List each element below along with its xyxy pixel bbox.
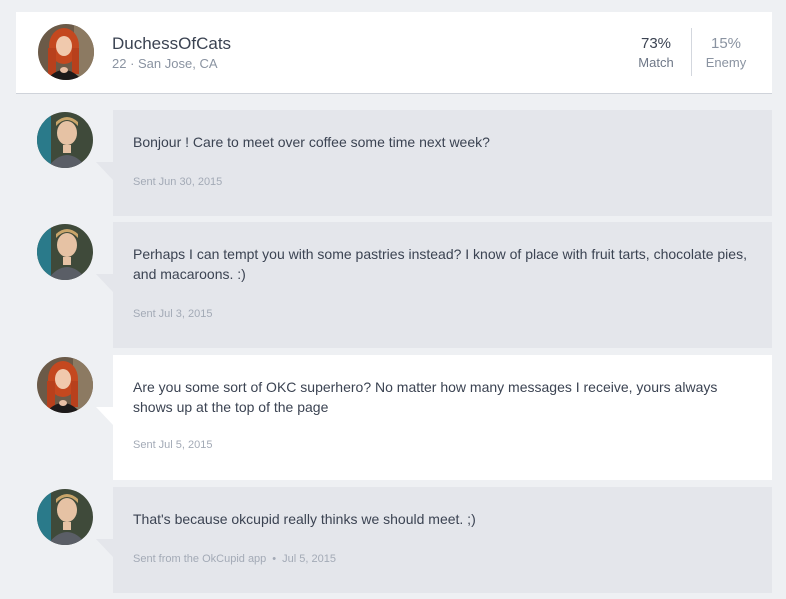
- message-bubble: Perhaps I can tempt you with some pastri…: [113, 222, 772, 348]
- message-text: That's because okcupid really thinks we …: [133, 511, 476, 527]
- message-timestamp: Sent Jul 3, 2015: [133, 308, 213, 320]
- message-row: That's because okcupid really thinks we …: [0, 487, 786, 593]
- match-percent: 73%: [640, 35, 672, 52]
- stat-divider: [691, 28, 692, 76]
- sender-avatar[interactable]: [37, 112, 93, 168]
- message-timestamp: Sent from the OkCupid app • Jul 5, 2015: [133, 553, 336, 565]
- man-avatar-icon: [37, 224, 93, 280]
- message-text: Are you some sort of OKC superhero? No m…: [133, 379, 718, 415]
- bubble-tail: [96, 539, 113, 557]
- sender-avatar[interactable]: [37, 357, 93, 413]
- profile-name[interactable]: DuchessOfCats: [112, 34, 231, 54]
- bubble-tail: [96, 407, 113, 425]
- sender-avatar[interactable]: [37, 489, 93, 545]
- message-text: Bonjour ! Care to meet over coffee some …: [133, 134, 490, 150]
- message-timestamp: Sent Jun 30, 2015: [133, 176, 223, 188]
- match-stat: 73% Match: [628, 35, 684, 70]
- message-row: Perhaps I can tempt you with some pastri…: [0, 222, 786, 348]
- enemy-label: Enemy: [705, 55, 747, 70]
- man-avatar-icon: [37, 489, 93, 545]
- message-row: Are you some sort of OKC superhero? No m…: [0, 355, 786, 480]
- profile-avatar[interactable]: [38, 24, 94, 80]
- message-text: Perhaps I can tempt you with some pastri…: [133, 246, 747, 282]
- message-bubble: Are you some sort of OKC superhero? No m…: [113, 355, 772, 480]
- message-bubble: That's because okcupid really thinks we …: [113, 487, 772, 593]
- sender-avatar[interactable]: [37, 224, 93, 280]
- sent-from-app-label: Sent from the OkCupid app: [133, 553, 267, 565]
- bubble-tail: [96, 162, 113, 180]
- message-row: Bonjour ! Care to meet over coffee some …: [0, 110, 786, 216]
- man-avatar-icon: [37, 112, 93, 168]
- woman-avatar-icon: [37, 357, 93, 413]
- message-timestamp: Sent Jul 5, 2015: [133, 439, 213, 451]
- enemy-stat: 15% Enemy: [698, 35, 754, 70]
- match-label: Match: [638, 55, 674, 70]
- profile-header: DuchessOfCats 22 · San Jose, CA 73% Matc…: [16, 12, 772, 94]
- woman-avatar-icon: [38, 24, 94, 80]
- enemy-percent: 15%: [710, 35, 742, 52]
- bubble-tail: [96, 274, 113, 292]
- sent-date: Jul 5, 2015: [282, 553, 336, 565]
- separator-dot-icon: •: [272, 553, 277, 565]
- message-bubble: Bonjour ! Care to meet over coffee some …: [113, 110, 772, 216]
- profile-age-location: 22 · San Jose, CA: [112, 56, 218, 71]
